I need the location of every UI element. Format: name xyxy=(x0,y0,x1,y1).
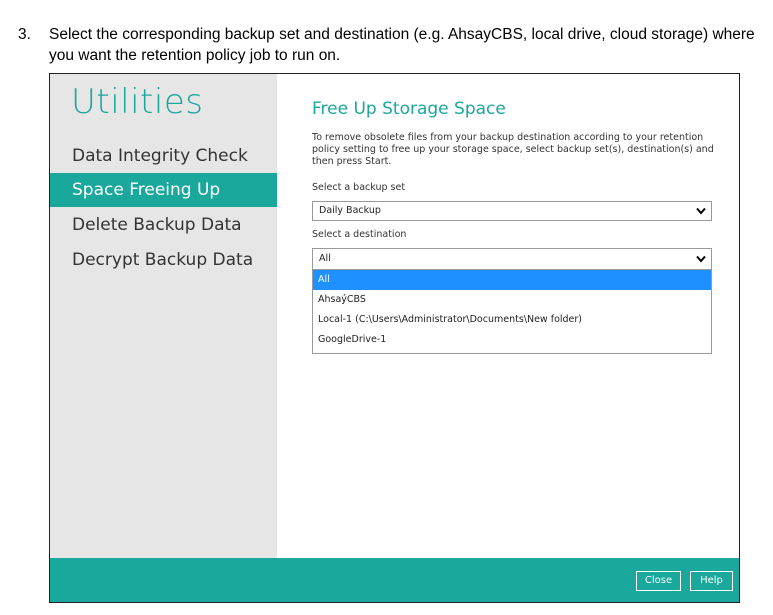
sidebar-item-delete-backup-data[interactable]: Delete Backup Data xyxy=(50,208,277,242)
step-text: Select the corresponding backup set and … xyxy=(49,26,755,64)
destination-label: Select a destination xyxy=(312,229,407,240)
destination-value: All xyxy=(319,253,331,264)
destination-select[interactable]: All xyxy=(312,248,712,270)
sidebar-item-space-freeing-up[interactable]: Space Freeing Up xyxy=(50,173,277,207)
close-button[interactable]: Close xyxy=(636,571,681,591)
sidebar: Utilities Data Integrity Check Space Fre… xyxy=(50,74,277,558)
dropdown-option-ahsaycbs[interactable]: AhsaýCBS xyxy=(313,290,711,310)
sidebar-item-data-integrity-check[interactable]: Data Integrity Check xyxy=(50,139,277,173)
backup-set-select[interactable]: Daily Backup xyxy=(312,201,712,221)
help-button[interactable]: Help xyxy=(690,571,733,591)
utilities-window: Utilities Data Integrity Check Space Fre… xyxy=(49,73,740,603)
step-number: 3. xyxy=(18,26,31,43)
sidebar-item-decrypt-backup-data[interactable]: Decrypt Backup Data xyxy=(50,243,277,277)
description-text: To remove obsolete files from your backu… xyxy=(312,132,714,167)
dropdown-option-googledrive-1[interactable]: GoogleDrive-1 xyxy=(313,330,711,350)
chevron-down-icon xyxy=(696,207,706,215)
footer-bar: Close Help xyxy=(50,558,739,602)
backup-set-label: Select a backup set xyxy=(312,182,406,193)
chevron-down-icon xyxy=(696,255,706,263)
sidebar-title: Utilities xyxy=(71,82,204,122)
main-panel: Free Up Storage Space To remove obsolete… xyxy=(277,74,739,558)
page-title: Free Up Storage Space xyxy=(312,99,506,119)
dropdown-option-local-1[interactable]: Local-1 (C:\Users\Administrator\Document… xyxy=(313,310,711,330)
backup-set-value: Daily Backup xyxy=(319,205,381,216)
dropdown-option-all[interactable]: All xyxy=(313,270,711,290)
destination-dropdown-list: All AhsaýCBS Local-1 (C:\Users\Administr… xyxy=(312,270,712,354)
